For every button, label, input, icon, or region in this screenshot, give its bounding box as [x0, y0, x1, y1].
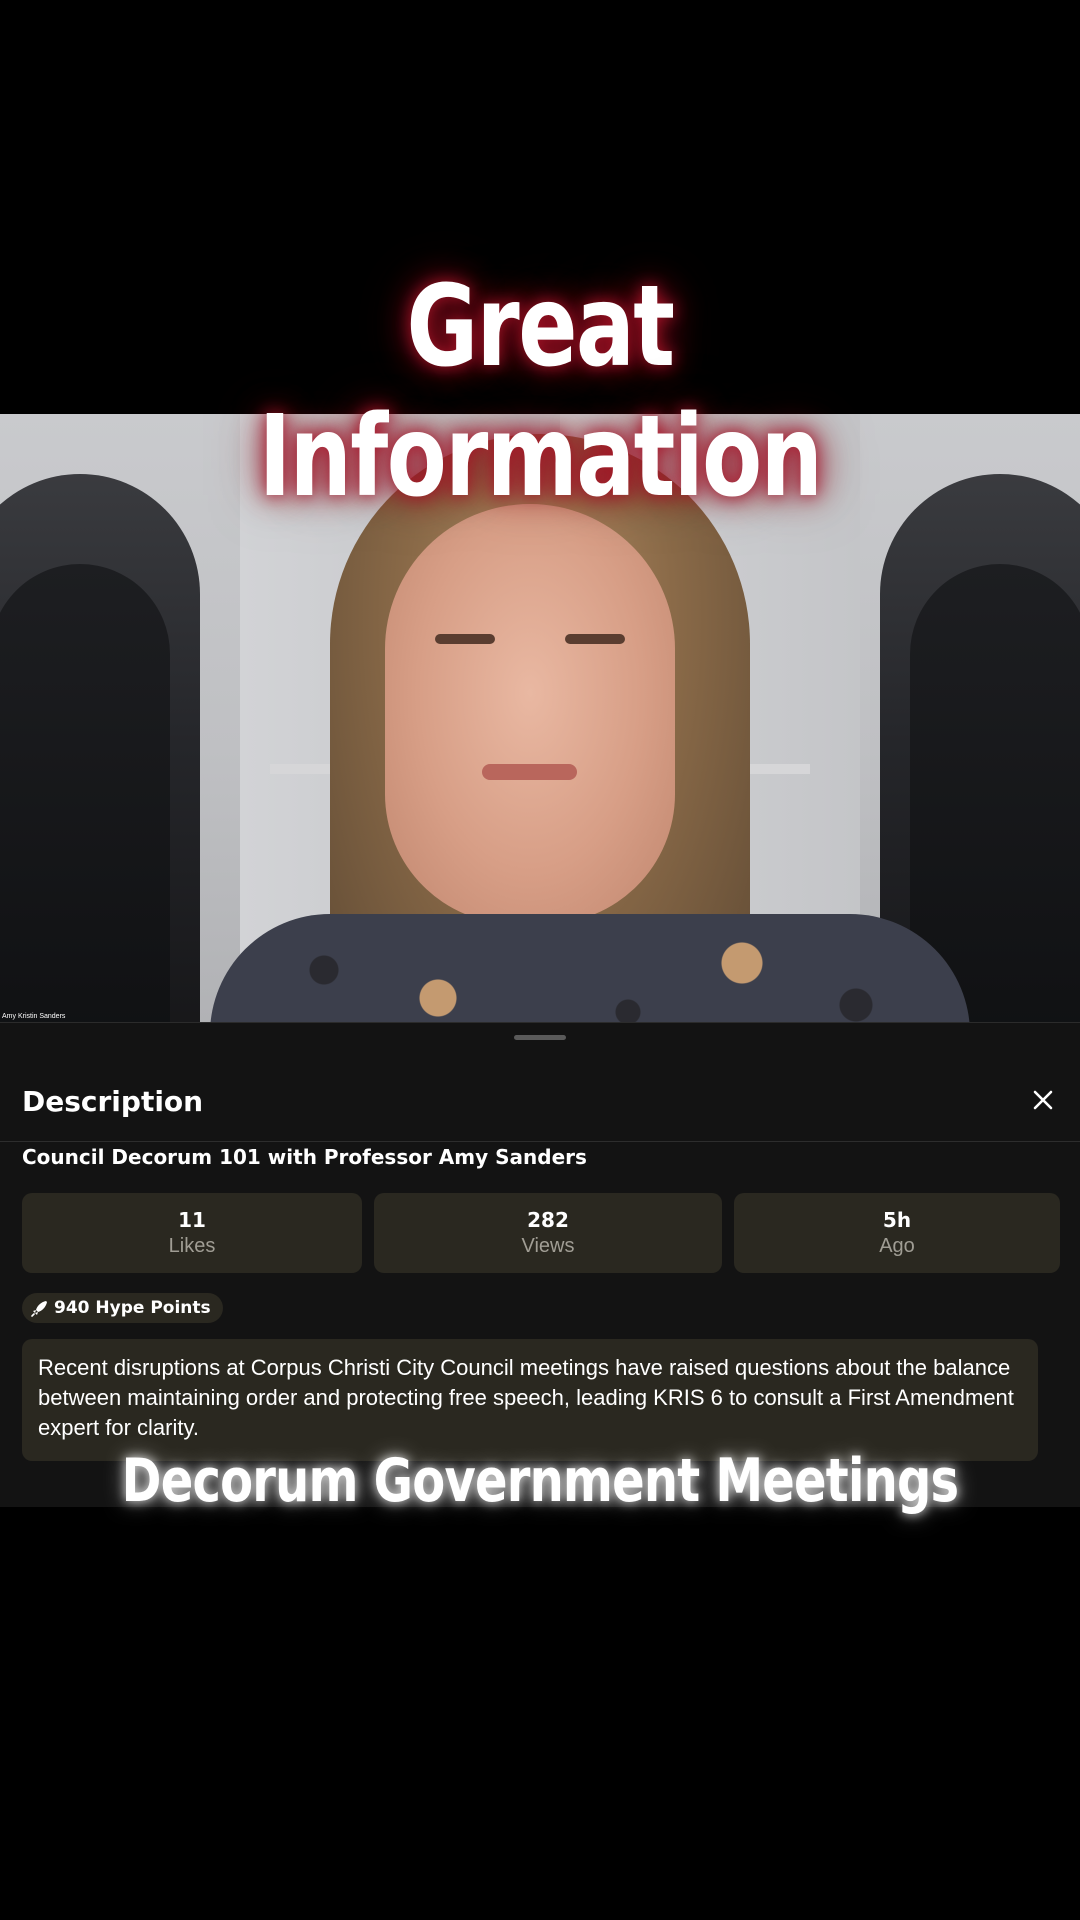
sheet-title: Description [22, 1085, 204, 1118]
stat-likes: 11 Likes [22, 1193, 362, 1273]
close-button[interactable] [1024, 1081, 1062, 1119]
close-icon [1033, 1090, 1053, 1110]
rocket-icon [31, 1301, 47, 1317]
description-box: Recent disruptions at Corpus Christi Cit… [22, 1339, 1038, 1461]
speaker-face [385, 504, 675, 924]
bottom-caption-overlay: Decorum Government Meetings [121, 1446, 959, 1516]
participant-name-label: Amy Kristin Sanders [2, 1013, 66, 1020]
stat-likes-value: 11 [178, 1208, 206, 1232]
sheet-header: Description [0, 1063, 1080, 1142]
speaker-eye-left [435, 634, 495, 644]
hype-points-badge[interactable]: 940 Hype Points [22, 1293, 223, 1323]
stat-likes-label: Likes [168, 1235, 216, 1257]
stat-views: 282 Views [374, 1193, 722, 1273]
video-title: Council Decorum 101 with Professor Amy S… [22, 1145, 587, 1169]
speaker-shirt [210, 914, 970, 1022]
archway-left [0, 474, 200, 1022]
speaker [210, 434, 970, 1022]
hype-points-text: 940 Hype Points [54, 1298, 211, 1318]
sheet-drag-handle[interactable] [514, 1035, 566, 1040]
speaker-eye-right [565, 634, 625, 644]
description-text: Recent disruptions at Corpus Christi Cit… [38, 1355, 1014, 1440]
stat-ago: 5h Ago [734, 1193, 1060, 1273]
stat-ago-label: Ago [879, 1235, 915, 1257]
stat-views-value: 282 [527, 1208, 569, 1232]
description-sheet: Description Council Decorum 101 with Pro… [0, 1022, 1080, 1507]
speaker-mouth [482, 764, 577, 780]
top-title-overlay: Great Information [258, 262, 823, 522]
stat-views-label: Views [521, 1235, 575, 1257]
archway-left-inner [0, 564, 170, 1022]
stat-ago-value: 5h [882, 1208, 912, 1232]
